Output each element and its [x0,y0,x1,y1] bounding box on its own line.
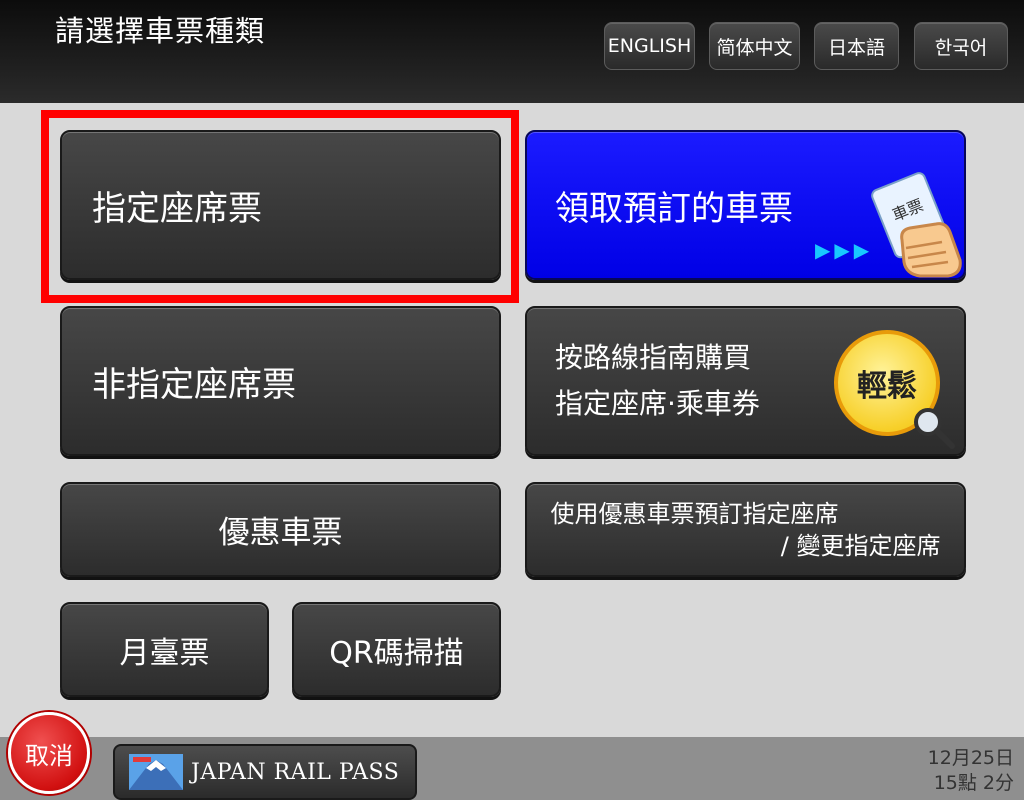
mount-fuji-icon [129,754,183,790]
datetime-display: 12月25日 15點 2分 [928,746,1014,796]
discount-reserve-line1: 使用優惠車票預訂指定座席 [550,499,839,528]
magnifier-icon [914,408,955,449]
time-text: 15點 2分 [933,772,1014,794]
qr-scan-label: QR碼掃描 [329,635,464,671]
header-bar: 請選擇車票種類 ENGLISH 简体中文 日本語 한국어 [0,0,1024,103]
route-guide-line1: 按路線指南購買 [555,341,752,374]
page-title: 請選擇車票種類 [55,14,266,48]
cancel-button[interactable]: 取消 [8,712,90,794]
reserved-seat-ticket-button[interactable]: 指定座席票 [60,130,501,280]
route-guide-line2: 指定座席·乘車券 [555,387,760,420]
platform-ticket-label: 月臺票 [119,635,210,671]
reserved-seat-ticket-label: 指定座席票 [92,188,262,229]
cancel-label: 取消 [25,741,73,770]
easy-badge-label: 輕鬆 [857,369,917,404]
discount-ticket-button[interactable]: 優惠車票 [60,482,501,577]
discount-reserve-line2: / 變更指定座席 [780,531,941,560]
pickup-reserved-ticket-label: 領取預訂的車票 [555,188,793,229]
lang-japanese-button[interactable]: 日本語 [814,22,899,70]
platform-ticket-button[interactable]: 月臺票 [60,602,269,697]
date-text: 12月25日 [927,747,1014,769]
discount-reserve-change-button[interactable]: 使用優惠車票預訂指定座席 / 變更指定座席 [525,482,966,577]
lang-korean-button[interactable]: 한국어 [914,22,1008,70]
qr-scan-button[interactable]: QR碼掃描 [292,602,501,697]
japan-rail-pass-label: JAPAN RAIL PASS [191,759,400,785]
hand-card-icon: 車票 [871,172,962,278]
non-reserved-seat-ticket-button[interactable]: 非指定座席票 [60,306,501,456]
lang-english-button[interactable]: ENGLISH [604,22,695,70]
japan-rail-pass-button[interactable]: JAPAN RAIL PASS [113,744,417,800]
lang-simplified-chinese-button[interactable]: 简体中文 [709,22,800,70]
discount-ticket-label: 優惠車票 [218,515,343,551]
non-reserved-seat-ticket-label: 非指定座席票 [92,364,296,405]
